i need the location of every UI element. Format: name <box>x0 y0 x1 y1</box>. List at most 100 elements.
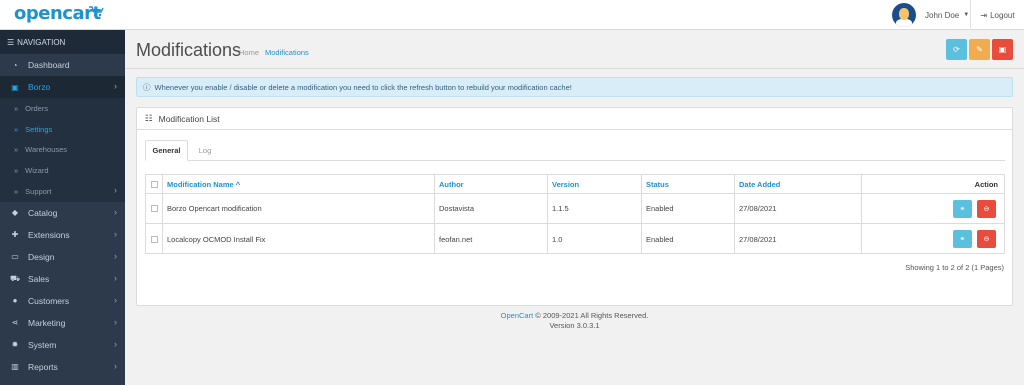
puzzle-icon: ✚ <box>11 230 19 240</box>
table-header-row: Modification Name ^ Author Version Statu… <box>146 175 1004 194</box>
chevron-down-icon: ▼ <box>963 12 970 18</box>
sidebar-item-reports[interactable]: ▥ Reports › <box>0 356 125 378</box>
cell-version: 1.0 <box>547 224 641 254</box>
disable-button[interactable]: ⊖ <box>977 200 996 218</box>
bar-chart-icon: ▥ <box>11 362 19 372</box>
row-checkbox[interactable] <box>150 235 158 243</box>
sidebar-item-marketing[interactable]: ⋖ Marketing › <box>0 312 125 334</box>
sidebar: ☰ NAVIGATION ◔ Dashboard ▣ Borzo › » Ord… <box>0 30 125 385</box>
column-header-author[interactable]: Author <box>434 175 547 193</box>
sidebar-subitem-orders[interactable]: » Orders <box>0 98 125 119</box>
footer-copyright: © 2009-2021 All Rights Reserved. <box>535 311 649 320</box>
minus-circle-icon: ⊖ <box>983 206 990 213</box>
sidebar-subitem-warehouses[interactable]: » Warehouses <box>0 139 125 161</box>
sidebar-item-label: System <box>28 339 57 350</box>
chevron-right-icon: › <box>114 272 117 283</box>
sidebar-item-label: Settings <box>25 124 53 134</box>
chevron-right-icon: › <box>114 250 117 261</box>
cell-status: Enabled <box>641 194 734 223</box>
breadcrumb-modifications[interactable]: Modifications <box>265 48 309 57</box>
double-chevron-icon: » <box>14 124 19 134</box>
cell-date-added: 27/08/2021 <box>734 224 861 254</box>
panel-heading: ☷ Modification List <box>137 108 1012 130</box>
sidebar-item-borzo[interactable]: ▣ Borzo › <box>0 76 125 98</box>
cart-logo-icon <box>89 6 104 17</box>
footer-opencart-link[interactable]: OpenCart <box>501 311 534 320</box>
sidebar-item-label: Orders <box>25 103 49 113</box>
info-icon: ⓘ <box>143 82 151 92</box>
avatar <box>892 3 916 27</box>
logout-label: Logout <box>990 10 1015 20</box>
pagination-summary: Showing 1 to 2 of 2 (1 Pages) <box>905 263 1004 272</box>
sort-asc-icon: ^ <box>235 179 241 189</box>
delete-button[interactable]: ▣ <box>992 39 1013 60</box>
sidebar-item-sales[interactable]: ⛟ Sales › <box>0 268 125 290</box>
breadcrumb-home[interactable]: Home <box>239 48 259 57</box>
column-header-name[interactable]: Modification Name ^ <box>162 175 434 193</box>
chevron-right-icon: › <box>114 81 117 91</box>
sidebar-item-system[interactable]: ✹ System › <box>0 334 125 356</box>
cart-icon: ⛟ <box>10 273 21 283</box>
disable-button[interactable]: ⊖ <box>977 230 996 248</box>
double-chevron-icon: » <box>14 187 19 197</box>
column-header-date-added[interactable]: Date Added <box>734 175 861 193</box>
page-title: Modifications <box>136 40 242 60</box>
chevron-right-icon: › <box>114 360 117 371</box>
sidebar-subitem-wizard[interactable]: » Wizard <box>0 160 125 182</box>
cell-author: feofan.net <box>434 224 547 254</box>
user-icon: ● <box>12 296 18 306</box>
tab-log[interactable]: Log <box>192 140 218 161</box>
tab-general[interactable]: General <box>145 140 188 161</box>
sidebar-item-design[interactable]: ▭ Design › <box>0 246 125 268</box>
header-divider <box>125 68 1024 69</box>
row-checkbox[interactable] <box>150 205 158 212</box>
gear-icon: ✹ <box>11 340 19 350</box>
navigation-header: ☰ NAVIGATION <box>0 30 125 54</box>
sidebar-item-dashboard[interactable]: ◔ Dashboard <box>0 54 125 76</box>
alert-text: Whenever you enable / disable or delete … <box>154 82 572 92</box>
cell-author: Dostavista <box>434 194 547 223</box>
refresh-button[interactable]: ⟳ <box>946 39 967 60</box>
column-header-status[interactable]: Status <box>641 175 734 193</box>
sidebar-item-label: Support <box>25 187 52 197</box>
sidebar-item-label: Extensions <box>28 229 70 240</box>
chevron-right-icon: › <box>114 338 117 349</box>
sidebar-subitem-settings[interactable]: » Settings <box>0 118 125 140</box>
eraser-icon: ✎ <box>976 45 983 54</box>
cell-actions: ⚭ ⊖ <box>861 224 1004 254</box>
sidebar-item-catalog[interactable]: ◆ Catalog › <box>0 202 125 224</box>
double-chevron-icon: » <box>14 103 19 113</box>
logout-button[interactable]: ⇥ Logout <box>970 0 1024 30</box>
chevron-right-icon: › <box>114 206 117 217</box>
chevron-right-icon: › <box>114 228 117 239</box>
table-row: Borzo Opencart modification Dostavista 1… <box>146 194 1004 224</box>
bars-icon: ☰ <box>7 37 15 47</box>
user-menu[interactable]: John Doe ▼ <box>892 2 969 28</box>
chevron-right-icon: › <box>114 294 117 305</box>
sidebar-subitem-support[interactable]: » Support › <box>0 181 125 202</box>
sidebar-item-label: Catalog <box>28 207 58 218</box>
cell-date-added: 27/08/2021 <box>734 194 861 223</box>
chevron-right-icon: › <box>114 185 117 196</box>
double-chevron-icon: » <box>14 166 19 176</box>
clear-button[interactable]: ✎ <box>969 39 990 60</box>
column-header-version[interactable]: Version <box>547 175 641 193</box>
main-content: Modifications Home Modifications ⟳ ✎ ▣ ⓘ… <box>125 30 1024 385</box>
dashboard-icon: ◔ <box>12 60 18 70</box>
list-icon: ☷ <box>145 113 153 123</box>
sidebar-item-customers[interactable]: ● Customers › <box>0 290 125 312</box>
trash-icon: ▣ <box>998 45 1007 54</box>
cell-status: Enabled <box>641 224 734 254</box>
user-name: John Doe <box>925 10 960 20</box>
chevron-right-icon: › <box>114 316 117 327</box>
link-button[interactable]: ⚭ <box>953 230 972 248</box>
link-button[interactable]: ⚭ <box>953 200 972 218</box>
top-header: opencart John Doe ▼ ⇥ Logout <box>0 0 1024 30</box>
sidebar-item-label: Marketing <box>28 317 66 328</box>
row-select-cell <box>146 224 162 254</box>
sidebar-item-extensions[interactable]: ✚ Extensions › <box>0 224 125 246</box>
column-header-action: Action <box>861 175 1004 193</box>
sign-out-icon: ⇥ <box>980 10 988 20</box>
select-all-checkbox[interactable] <box>150 180 158 188</box>
select-all-cell <box>146 175 162 193</box>
